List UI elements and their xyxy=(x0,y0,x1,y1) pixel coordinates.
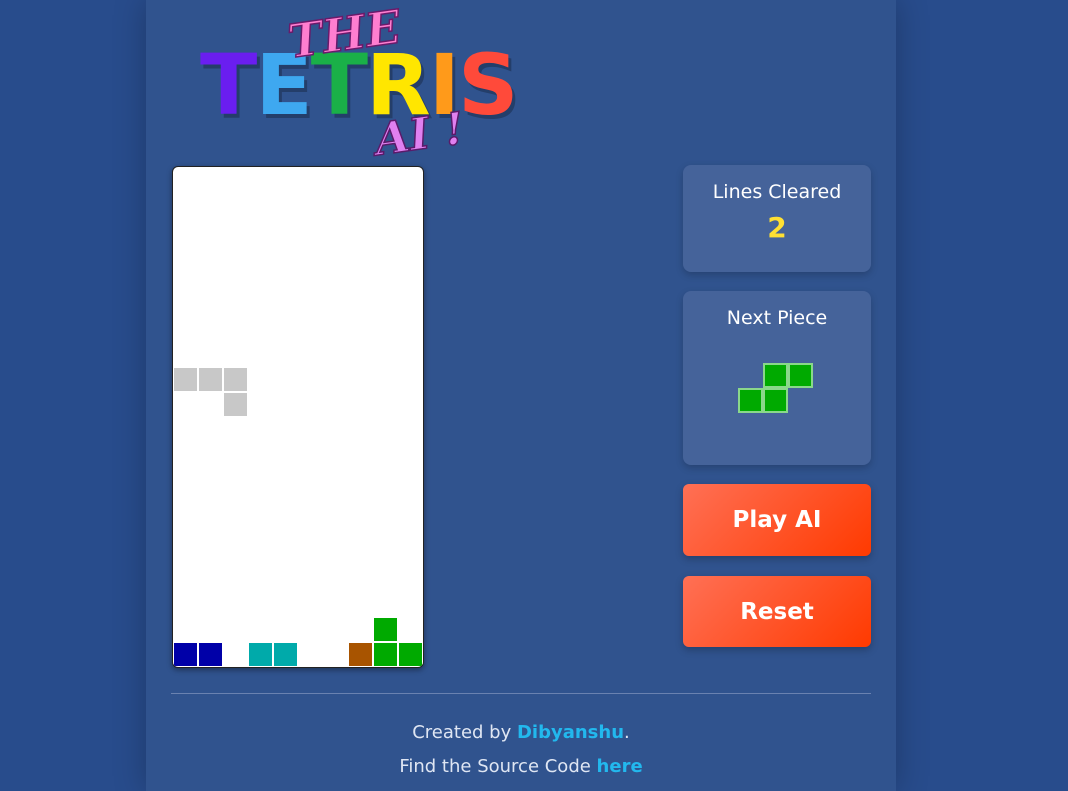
board-block xyxy=(248,642,273,667)
next-piece-card: Next Piece xyxy=(683,291,871,465)
lines-cleared-value: 2 xyxy=(767,211,787,244)
logo-ai-text: AI ! xyxy=(371,102,468,166)
board-block xyxy=(198,642,223,667)
next-piece-label: Next Piece xyxy=(726,307,828,329)
board-block xyxy=(273,642,298,667)
author-link[interactable]: Dibyanshu xyxy=(517,722,624,743)
board-block xyxy=(348,642,373,667)
credit-suffix: . xyxy=(624,722,630,743)
footer-source: Find the Source Code here xyxy=(146,756,896,777)
play-ai-button[interactable]: Play AI xyxy=(683,484,871,556)
next-piece-block xyxy=(763,363,788,388)
game-logo: TETRIS THE AI ! xyxy=(190,0,560,167)
next-piece-block xyxy=(738,388,763,413)
board-block xyxy=(398,642,423,667)
lines-cleared-card: Lines Cleared 2 xyxy=(683,165,871,272)
board-block xyxy=(173,367,198,392)
source-code-link[interactable]: here xyxy=(597,756,643,777)
next-piece-block xyxy=(788,363,813,388)
logo-letter: T xyxy=(200,36,257,134)
board-block xyxy=(373,617,398,642)
source-prefix: Find the Source Code xyxy=(399,756,597,777)
tetris-board xyxy=(172,166,424,668)
credit-prefix: Created by xyxy=(412,722,517,743)
logo-letter: S xyxy=(457,36,518,134)
board-block xyxy=(198,367,223,392)
board-block xyxy=(223,392,248,417)
next-piece-block xyxy=(763,388,788,413)
footer-divider xyxy=(171,693,871,694)
footer-credit: Created by Dibyanshu. xyxy=(146,722,896,743)
reset-button[interactable]: Reset xyxy=(683,576,871,647)
next-piece-preview xyxy=(738,363,818,419)
board-block xyxy=(173,642,198,667)
board-block xyxy=(223,367,248,392)
lines-cleared-label: Lines Cleared xyxy=(712,181,842,203)
board-block xyxy=(373,642,398,667)
